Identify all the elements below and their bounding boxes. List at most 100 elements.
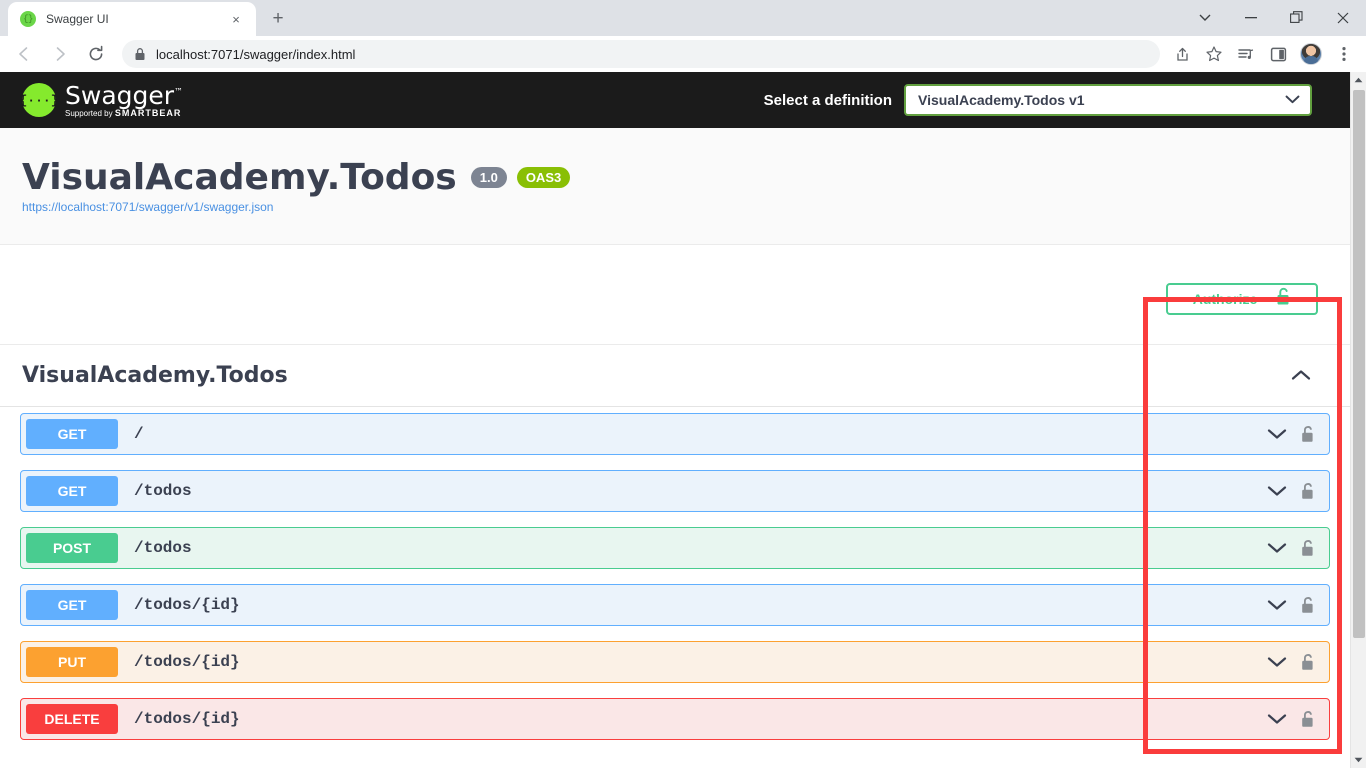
back-button[interactable] bbox=[9, 39, 39, 69]
scroll-up-arrow[interactable] bbox=[1351, 72, 1366, 88]
side-panel-icon[interactable] bbox=[1264, 40, 1292, 68]
page-title: VisualAcademy.Todos 1.0 OAS3 bbox=[22, 158, 1350, 198]
chevron-down-icon[interactable] bbox=[1263, 591, 1291, 619]
unlock-glyph bbox=[1300, 710, 1315, 728]
browser-chrome: {} Swagger UI × + bbox=[0, 0, 1366, 72]
operation-row[interactable]: POST/todos bbox=[20, 527, 1330, 569]
arrow-left-icon bbox=[15, 45, 33, 63]
chevron-down-glyph bbox=[1267, 542, 1287, 554]
unlock-icon[interactable] bbox=[1293, 534, 1321, 562]
unlock-icon[interactable] bbox=[1293, 420, 1321, 448]
profile-avatar[interactable] bbox=[1300, 43, 1322, 65]
operation-method-badge: DELETE bbox=[26, 704, 118, 734]
smartbear-brand: SMARTBEAR bbox=[115, 108, 182, 118]
authorize-button[interactable]: Authorize bbox=[1166, 283, 1318, 315]
operation-row-controls bbox=[1263, 585, 1321, 625]
definition-selector-label: Select a definition bbox=[764, 92, 892, 109]
operation-row[interactable]: DELETE/todos/{id} bbox=[20, 698, 1330, 740]
oas-badge: OAS3 bbox=[517, 167, 570, 188]
unlock-glyph bbox=[1300, 539, 1315, 557]
minimize-window-button[interactable] bbox=[1228, 0, 1274, 36]
unlock-icon[interactable] bbox=[1293, 591, 1321, 619]
operation-row[interactable]: GET/todos bbox=[20, 470, 1330, 512]
scrollbar-thumb[interactable] bbox=[1353, 90, 1365, 638]
forward-button[interactable] bbox=[45, 39, 75, 69]
operation-row[interactable]: GET/todos/{id} bbox=[20, 584, 1330, 626]
unlock-glyph bbox=[1300, 482, 1315, 500]
browser-toolbar: localhost:7071/swagger/index.html bbox=[0, 36, 1366, 72]
tab-search-icon[interactable] bbox=[1182, 0, 1228, 36]
definition-select[interactable]: VisualAcademy.Todos v1 bbox=[904, 84, 1312, 116]
panel-glyph bbox=[1270, 46, 1287, 63]
scroll-down-arrow[interactable] bbox=[1351, 752, 1366, 768]
swagger-supported-by: Supported by SMARTBEAR bbox=[65, 109, 183, 118]
swagger-logo-glyph: {···} bbox=[20, 94, 59, 107]
swagger-logo[interactable]: {···} Swagger™ Supported by SMARTBEAR bbox=[22, 83, 183, 118]
operation-row[interactable]: PUT/todos/{id} bbox=[20, 641, 1330, 683]
share-icon[interactable] bbox=[1168, 40, 1196, 68]
page-scrollbar[interactable] bbox=[1350, 72, 1366, 768]
chrome-menu-icon[interactable] bbox=[1330, 40, 1358, 68]
reload-button[interactable] bbox=[81, 39, 111, 69]
chevron-down-glyph bbox=[1267, 485, 1287, 497]
authorize-strip: Authorize bbox=[0, 245, 1350, 345]
site-lock-icon[interactable] bbox=[134, 47, 146, 61]
unlock-glyph bbox=[1300, 653, 1315, 671]
new-tab-button[interactable]: + bbox=[264, 5, 292, 33]
operation-method-badge: GET bbox=[26, 419, 118, 449]
chevron-down-glyph bbox=[1267, 599, 1287, 611]
swagger-logo-text: Swagger™ Supported by SMARTBEAR bbox=[65, 83, 183, 118]
operation-method-badge: PUT bbox=[26, 647, 118, 677]
tag-section-header[interactable]: VisualAcademy.Todos bbox=[0, 345, 1350, 407]
swagger-logo-icon: {···} bbox=[22, 83, 56, 117]
operation-row[interactable]: GET/ bbox=[20, 413, 1330, 455]
chevron-down-icon[interactable] bbox=[1263, 420, 1291, 448]
triangle-down-glyph bbox=[1354, 757, 1363, 763]
unlock-icon[interactable] bbox=[1293, 648, 1321, 676]
operation-path: /todos bbox=[134, 482, 192, 500]
restore-glyph bbox=[1290, 11, 1304, 25]
tab-strip: {} Swagger UI × + bbox=[0, 0, 1366, 36]
swagger-wordmark: Swagger™ bbox=[65, 83, 183, 108]
swagger-topbar: {···} Swagger™ Supported by SMARTBEAR Se… bbox=[0, 72, 1350, 128]
chevron-down-glyph bbox=[1267, 428, 1287, 440]
chevron-down-icon[interactable] bbox=[1285, 91, 1300, 109]
definition-select-value: VisualAcademy.Todos v1 bbox=[918, 92, 1285, 108]
operation-row-controls bbox=[1263, 528, 1321, 568]
bookmark-star-icon[interactable] bbox=[1200, 40, 1228, 68]
chevron-down-glyph bbox=[1267, 656, 1287, 668]
operation-row-controls bbox=[1263, 699, 1321, 739]
operation-row-controls bbox=[1263, 642, 1321, 682]
unlock-glyph bbox=[1300, 596, 1315, 614]
chevron-down-icon[interactable] bbox=[1263, 648, 1291, 676]
trademark-mark: ™ bbox=[174, 87, 183, 97]
operation-row-controls bbox=[1263, 414, 1321, 454]
chevron-down-icon[interactable] bbox=[1263, 477, 1291, 505]
chevron-down-icon[interactable] bbox=[1263, 534, 1291, 562]
chevron-up-icon[interactable] bbox=[1288, 362, 1314, 388]
operation-method-badge: GET bbox=[26, 590, 118, 620]
close-tab-icon[interactable]: × bbox=[226, 9, 246, 29]
operations-list: GET/GET/todos POST/todos GET/todos/{id} PUT… bbox=[0, 407, 1350, 740]
chevron-down-icon[interactable] bbox=[1263, 705, 1291, 733]
browser-tab[interactable]: {} Swagger UI × bbox=[8, 2, 256, 36]
unlock-icon[interactable] bbox=[1293, 705, 1321, 733]
unlock-glyph bbox=[1275, 287, 1291, 306]
star-glyph bbox=[1205, 45, 1223, 63]
lock-glyph bbox=[134, 47, 146, 61]
maximize-window-button[interactable] bbox=[1274, 0, 1320, 36]
address-bar[interactable]: localhost:7071/swagger/index.html bbox=[122, 40, 1160, 68]
definition-selector-wrap: Select a definition VisualAcademy.Todos … bbox=[764, 72, 1312, 128]
api-title-text: VisualAcademy.Todos bbox=[22, 158, 457, 198]
close-window-button[interactable] bbox=[1320, 0, 1366, 36]
reading-list-icon[interactable] bbox=[1232, 40, 1260, 68]
operation-method-badge: GET bbox=[26, 476, 118, 506]
version-badge: 1.0 bbox=[471, 167, 507, 188]
address-bar-url[interactable]: localhost:7071/swagger/index.html bbox=[156, 47, 355, 62]
chevron-down-glyph bbox=[1199, 14, 1211, 22]
api-info-block: VisualAcademy.Todos 1.0 OAS3 https://loc… bbox=[0, 128, 1350, 245]
swagger-json-link[interactable]: https://localhost:7071/swagger/v1/swagge… bbox=[22, 200, 273, 214]
unlock-icon[interactable] bbox=[1293, 477, 1321, 505]
operation-path: /todos/{id} bbox=[134, 596, 240, 614]
page-viewport: {···} Swagger™ Supported by SMARTBEAR Se… bbox=[0, 72, 1366, 768]
